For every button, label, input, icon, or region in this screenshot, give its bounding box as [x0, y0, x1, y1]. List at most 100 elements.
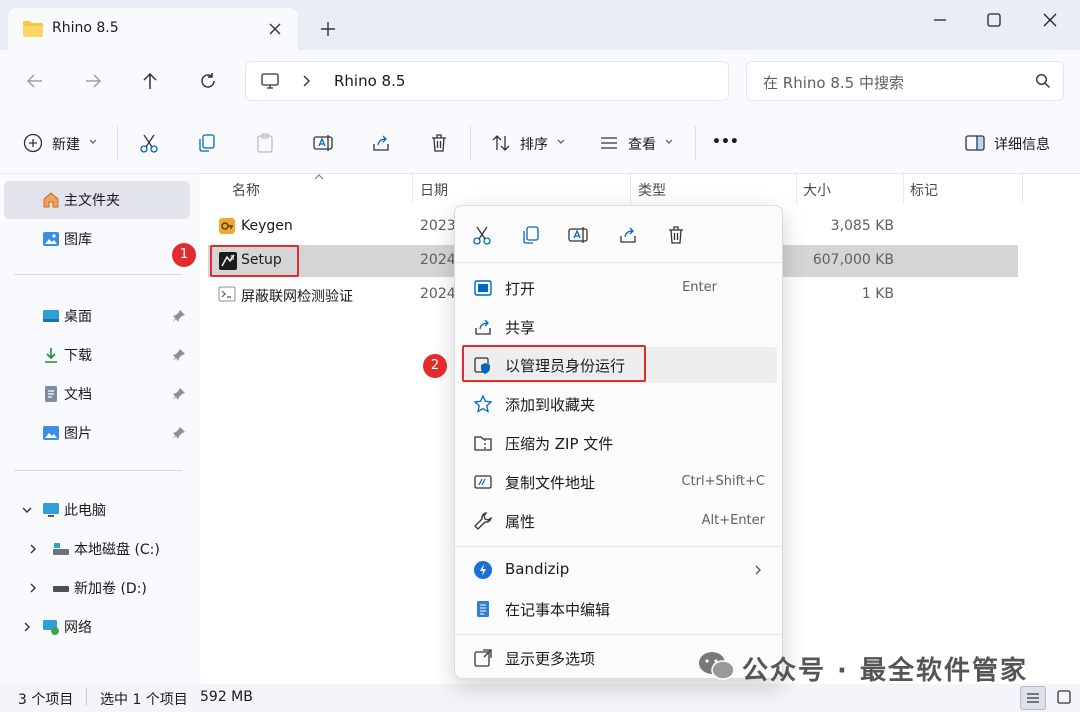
view-button[interactable]: 查看: [592, 124, 692, 162]
column-header-type[interactable]: 类型: [638, 180, 666, 200]
column-header-date[interactable]: 日期: [420, 180, 448, 200]
chevron-right-icon[interactable]: [20, 620, 34, 634]
shortcut-text: Enter: [682, 280, 717, 295]
pin-icon: [172, 309, 186, 323]
folder-icon: [22, 20, 44, 38]
delete-icon[interactable]: [665, 224, 687, 246]
toolbar-divider: [695, 126, 696, 160]
menu-item-label: 显示更多选项: [505, 650, 596, 668]
maximize-icon[interactable]: [984, 10, 1004, 30]
sidebar-item-this-pc[interactable]: 此电脑: [4, 491, 190, 529]
sort-button[interactable]: 排序: [484, 124, 584, 162]
view-list-icon: [598, 132, 620, 154]
file-date: 2024: [420, 286, 456, 302]
sidebar-item-home[interactable]: 主文件夹: [4, 181, 190, 219]
menu-item-add-favorites[interactable]: 添加到收藏夹: [461, 386, 777, 422]
share-icon[interactable]: [370, 132, 392, 154]
sidebar-item-label: 下载: [64, 348, 92, 364]
sort-icon: [490, 132, 512, 154]
search-input[interactable]: 在 Rhino 8.5 中搜索: [746, 61, 1064, 101]
delete-icon[interactable]: [428, 132, 450, 154]
forward-icon[interactable]: [82, 70, 104, 92]
more-options-icon: [473, 648, 493, 668]
sidebar-item-label: 网络: [64, 620, 92, 636]
back-icon[interactable]: [24, 70, 46, 92]
menu-item-open[interactable]: 打开 Enter: [461, 270, 777, 306]
menu-item-label: 添加到收藏夹: [505, 396, 596, 414]
step-badge-2: 2: [423, 354, 447, 378]
menu-item-bandizip[interactable]: Bandizip: [461, 552, 777, 588]
details-label: 详细信息: [994, 137, 1050, 153]
toolbar-divider: [117, 126, 118, 160]
view-label: 查看: [628, 137, 656, 153]
minimize-icon[interactable]: [930, 10, 950, 30]
chevron-right-icon[interactable]: [26, 581, 40, 595]
column-divider: [903, 174, 904, 204]
menu-item-compress-zip[interactable]: 压缩为 ZIP 文件: [461, 425, 777, 461]
highlight-box-run-as-admin: [462, 345, 646, 382]
file-name: 屏蔽联网检测验证: [241, 289, 353, 305]
cut-icon[interactable]: [138, 132, 160, 154]
menu-item-properties[interactable]: 属性 Alt+Enter: [461, 503, 777, 539]
cut-icon[interactable]: [471, 224, 493, 246]
sidebar-item-label: 文档: [64, 387, 92, 403]
menu-item-copy-path[interactable]: 复制文件地址 Ctrl+Shift+C: [461, 464, 777, 500]
up-icon[interactable]: [139, 70, 161, 92]
sidebar-item-gallery[interactable]: 图库: [4, 220, 190, 258]
drive-icon: [52, 579, 70, 597]
tab-rhino[interactable]: Rhino 8.5: [8, 8, 298, 50]
new-tab-icon[interactable]: [318, 19, 338, 39]
details-view-toggle[interactable]: [1020, 686, 1046, 710]
refresh-icon[interactable]: [197, 70, 219, 92]
paste-icon[interactable]: [254, 132, 276, 154]
sidebar-item-pictures[interactable]: 图片: [4, 414, 190, 452]
share-icon: [473, 317, 493, 337]
new-button[interactable]: 新建: [14, 124, 104, 162]
file-date: 2024: [420, 252, 456, 268]
chevron-down-icon: [88, 138, 98, 146]
chevron-down-icon[interactable]: [20, 503, 34, 517]
rename-icon[interactable]: [567, 224, 589, 246]
menu-item-share[interactable]: 共享: [461, 309, 777, 345]
copy-icon[interactable]: [196, 132, 218, 154]
copy-path-icon: [473, 472, 493, 492]
file-date: 2023: [420, 218, 456, 234]
computer-icon: [42, 501, 60, 519]
selected-count: 选中 1 个项目: [100, 692, 188, 708]
menu-item-edit-notepad[interactable]: 在记事本中编辑: [461, 591, 777, 627]
pin-icon: [172, 387, 186, 401]
sidebar-item-local-disk[interactable]: 本地磁盘 (C:): [4, 530, 190, 568]
close-tab-icon[interactable]: [266, 20, 284, 38]
address-bar[interactable]: Rhino 8.5: [245, 61, 729, 101]
shortcut-text: Ctrl+Shift+C: [681, 474, 765, 489]
sidebar-item-new-volume[interactable]: 新加卷 (D:): [4, 569, 190, 607]
column-header-size[interactable]: 大小: [803, 180, 831, 200]
sidebar-item-label: 主文件夹: [64, 193, 120, 209]
sidebar-item-downloads[interactable]: 下载: [4, 336, 190, 374]
column-header-name[interactable]: 名称: [232, 180, 260, 200]
download-icon: [42, 346, 60, 364]
details-pane-icon: [964, 133, 986, 153]
copy-icon[interactable]: [520, 224, 542, 246]
sidebar-item-documents[interactable]: 文档: [4, 375, 190, 413]
breadcrumb-location[interactable]: Rhino 8.5: [334, 72, 405, 90]
highlight-box-setup: [210, 245, 299, 277]
sidebar-item-network[interactable]: 网络: [4, 608, 190, 646]
search-placeholder: 在 Rhino 8.5 中搜索: [763, 74, 904, 92]
details-button[interactable]: 详细信息: [960, 124, 1070, 162]
wechat-icon: [697, 650, 735, 682]
script-file-icon: [218, 285, 236, 303]
column-header-tags[interactable]: 标记: [910, 180, 938, 200]
menu-item-label: 属性: [505, 513, 536, 531]
sidebar-item-desktop[interactable]: 桌面: [4, 297, 190, 335]
file-name: Keygen: [241, 218, 293, 234]
chevron-right-icon[interactable]: [26, 542, 40, 556]
sidebar-item-label: 此电脑: [64, 503, 106, 519]
share-icon[interactable]: [617, 224, 639, 246]
more-options-button[interactable]: •••: [712, 134, 739, 150]
rename-icon[interactable]: [312, 132, 334, 154]
menu-item-label: 在记事本中编辑: [505, 601, 611, 619]
tiles-view-toggle[interactable]: [1052, 686, 1076, 710]
close-window-icon[interactable]: [1040, 10, 1060, 30]
document-icon: [42, 385, 60, 403]
